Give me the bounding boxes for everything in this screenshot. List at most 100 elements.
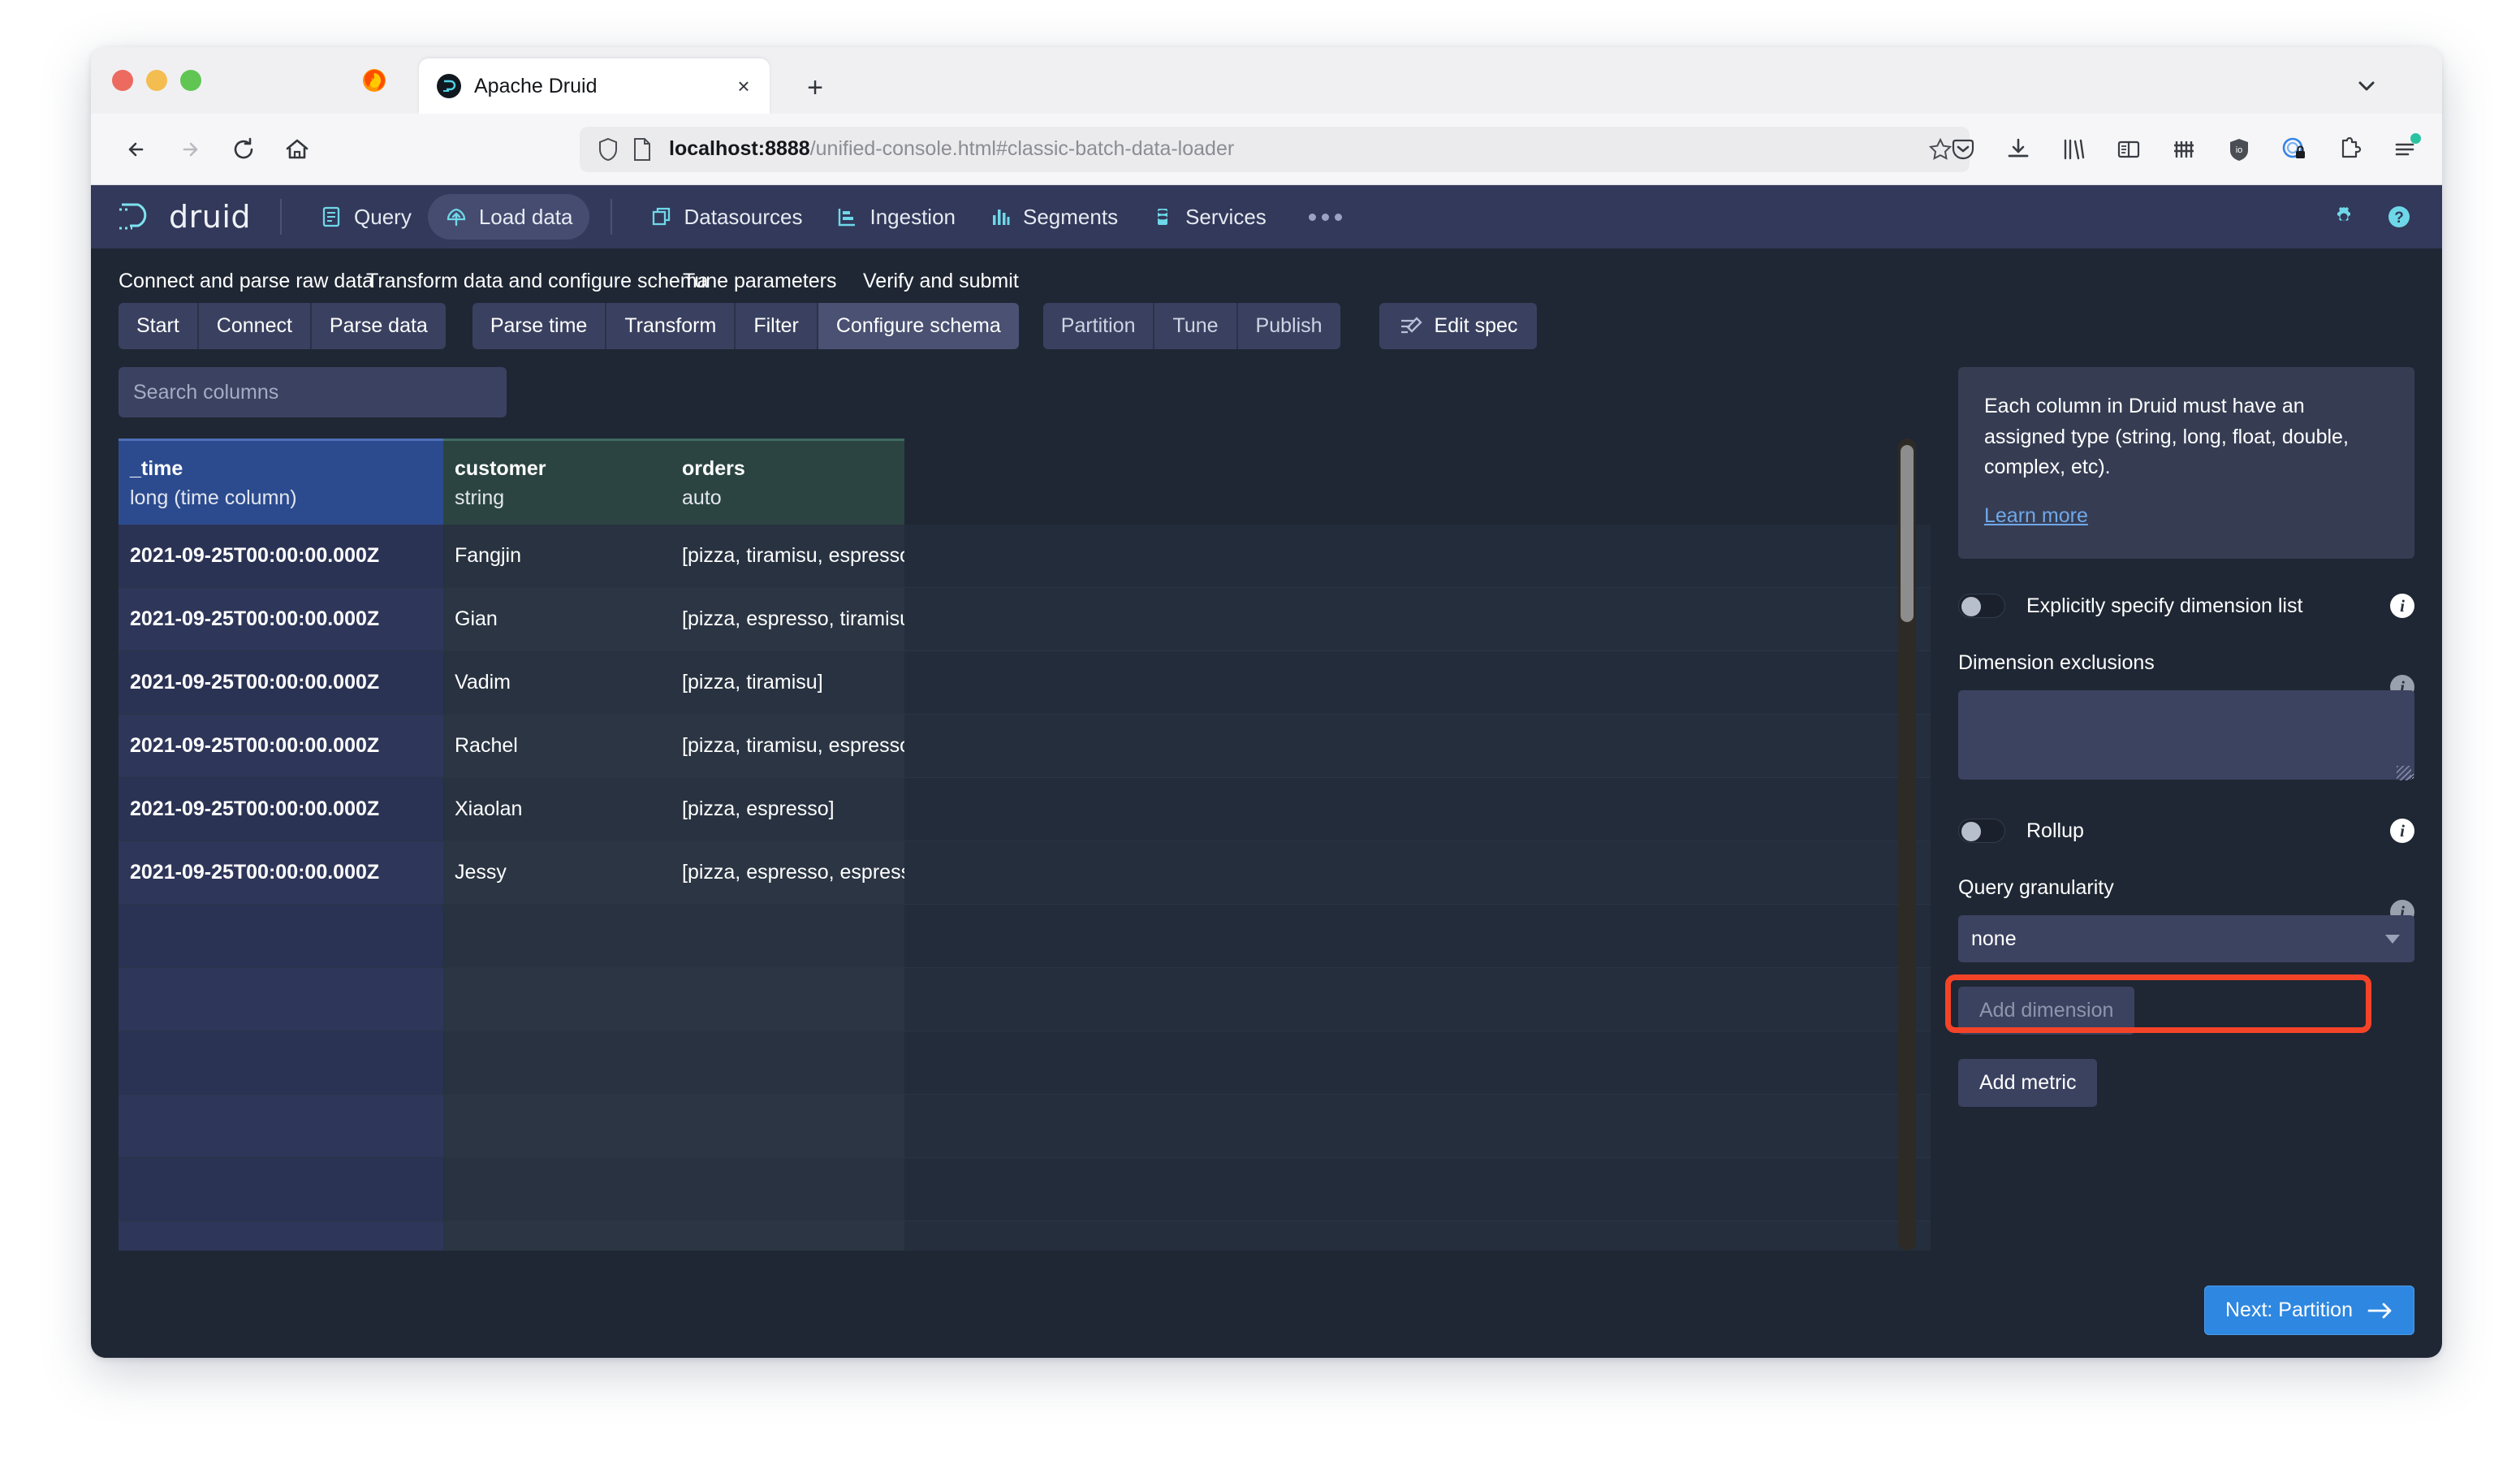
help-icon[interactable]: ? (2385, 203, 2413, 231)
downloads-icon[interactable] (2000, 132, 2036, 167)
library-icon[interactable] (2056, 132, 2091, 167)
cell-orders: [pizza, tiramisu] (671, 651, 904, 715)
app-menu-icon[interactable] (2387, 132, 2423, 167)
table-row[interactable]: 2021-09-25T00:00:00.000ZGian[pizza, espr… (119, 588, 1931, 651)
reader-view-icon[interactable] (2111, 132, 2147, 167)
nav-item-datasources[interactable]: Datasources (633, 194, 819, 240)
forward-icon[interactable] (167, 127, 213, 172)
update-badge-dot (2410, 133, 2421, 144)
new-tab-button[interactable]: + (799, 71, 831, 104)
containers-icon[interactable] (2166, 132, 2202, 167)
step-button-filter[interactable]: Filter (736, 303, 818, 349)
info-card: Each column in Druid must have an assign… (1958, 367, 2414, 559)
cell-time: 2021-09-25T00:00:00.000Z (119, 841, 443, 905)
rollup-row[interactable]: Rollup i (1958, 810, 2414, 852)
add-dimension-button[interactable]: Add dimension (1958, 987, 2134, 1035)
step-button-tune[interactable]: Tune (1154, 303, 1237, 349)
reload-icon[interactable] (221, 127, 266, 172)
step-button-partition[interactable]: Partition (1043, 303, 1155, 349)
nav-item-services[interactable]: Services (1134, 194, 1283, 240)
svg-text:io: io (2236, 145, 2243, 155)
wizard-step-buttons: Start Connect Parse data Parse time Tran… (119, 303, 2414, 349)
textarea-resize-handle[interactable] (2397, 766, 2411, 780)
column-header-time[interactable]: _time long (time column) (119, 439, 443, 525)
step-button-configure-schema[interactable]: Configure schema (818, 303, 1019, 349)
nav-item-query[interactable]: Query (303, 194, 428, 240)
druid-header-actions: ? (2330, 203, 2413, 231)
table-row[interactable]: 2021-09-25T00:00:00.000ZFangjin[pizza, t… (119, 525, 1931, 588)
step-button-parse-time[interactable]: Parse time (472, 303, 606, 349)
maximize-window-button[interactable] (180, 70, 201, 91)
cell-time: 2021-09-25T00:00:00.000Z (119, 525, 443, 588)
cell-customer-empty (443, 1031, 671, 1095)
learn-more-link[interactable]: Learn more (1984, 501, 2088, 532)
rollup-toggle[interactable] (1958, 819, 2005, 843)
info-icon-explicit-dimensions[interactable]: i (2390, 594, 2414, 618)
search-columns-input[interactable] (119, 367, 507, 417)
column-header-customer[interactable]: customer string (443, 439, 671, 525)
table-header-row: _time long (time column) customer string… (119, 439, 1931, 525)
druid-header: druid Query (91, 185, 2442, 248)
load-data-icon (444, 205, 468, 229)
info-icon-rollup[interactable]: i (2390, 819, 2414, 843)
explicit-dimension-list-row[interactable]: Explicitly specify dimension list i (1958, 585, 2414, 627)
query-granularity-select[interactable]: none (1958, 915, 2414, 962)
step-group-connect: Start Connect Parse data (119, 303, 446, 349)
query-granularity-value: none (1971, 927, 2017, 951)
table-row[interactable]: 2021-09-25T00:00:00.000ZVadim[pizza, tir… (119, 651, 1931, 715)
url-bar[interactable]: localhost:8888/unified-console.html#clas… (580, 127, 1970, 172)
step-button-start[interactable]: Start (119, 303, 199, 349)
tracking-shield-icon[interactable]: io (2221, 132, 2257, 167)
back-icon[interactable] (114, 127, 159, 172)
nav-item-label: Ingestion (869, 205, 956, 230)
cell-customer: Vadim (443, 651, 671, 715)
table-row-empty (119, 1031, 1931, 1095)
cell-time-empty (119, 905, 443, 968)
table-vertical-scrollbar[interactable] (1898, 439, 1916, 1251)
extensions-icon[interactable] (2332, 132, 2367, 167)
next-partition-button[interactable]: Next: Partition (2204, 1286, 2414, 1335)
query-granularity-label-row: Query granularity i (1958, 876, 2414, 904)
druid-wordmark: druid (169, 199, 251, 235)
browser-toolbar-icons: io (1945, 132, 2423, 167)
page-info-icon[interactable] (625, 132, 659, 166)
cell-orders-empty (671, 905, 904, 968)
dimension-exclusions-textarea[interactable] (1958, 690, 2414, 780)
chevron-down-icon[interactable] (2351, 73, 2382, 99)
home-icon[interactable] (274, 127, 320, 172)
nav-item-label: Load data (479, 205, 573, 230)
shield-privacy-icon[interactable] (591, 132, 625, 166)
step-button-transform[interactable]: Transform (606, 303, 736, 349)
cell-filler (904, 1221, 1931, 1251)
step-button-publish[interactable]: Publish (1238, 303, 1340, 349)
minimize-window-button[interactable] (146, 70, 167, 91)
cell-filler (904, 841, 1931, 905)
nav-item-load-data[interactable]: Load data (428, 194, 589, 240)
close-window-button[interactable] (112, 70, 133, 91)
sync-lock-icon[interactable] (2276, 132, 2312, 167)
table-row-empty (119, 1095, 1931, 1158)
firefox-logo-icon (362, 68, 386, 93)
table-row[interactable]: 2021-09-25T00:00:00.000ZJessy[pizza, esp… (119, 841, 1931, 905)
add-metric-button[interactable]: Add metric (1958, 1059, 2097, 1107)
browser-tab-apache-druid[interactable]: Apache Druid × (419, 58, 770, 114)
column-header-orders[interactable]: orders auto (671, 439, 904, 525)
nav-item-ingestion[interactable]: Ingestion (818, 194, 972, 240)
table-row[interactable]: 2021-09-25T00:00:00.000ZXiaolan[pizza, e… (119, 778, 1931, 841)
gear-icon[interactable] (2330, 203, 2358, 231)
schema-data-table: _time long (time column) customer string… (119, 439, 1931, 1251)
step-button-connect[interactable]: Connect (199, 303, 312, 349)
nav-item-label: Datasources (684, 205, 803, 230)
table-row[interactable]: 2021-09-25T00:00:00.000ZRachel[pizza, ti… (119, 715, 1931, 778)
browser-tab-title: Apache Druid (474, 75, 727, 98)
druid-logo[interactable]: druid (117, 199, 251, 235)
nav-more-button[interactable] (1301, 214, 1350, 221)
edit-spec-button[interactable]: Edit spec (1379, 303, 1538, 349)
explicit-dimension-list-toggle[interactable] (1958, 594, 2005, 618)
cell-orders: [pizza, espresso] (671, 778, 904, 841)
scrollbar-thumb[interactable] (1901, 445, 1914, 622)
nav-item-segments[interactable]: Segments (972, 194, 1134, 240)
close-icon[interactable]: × (727, 70, 760, 102)
pocket-save-icon[interactable] (1945, 132, 1981, 167)
step-button-parse-data[interactable]: Parse data (312, 303, 446, 349)
